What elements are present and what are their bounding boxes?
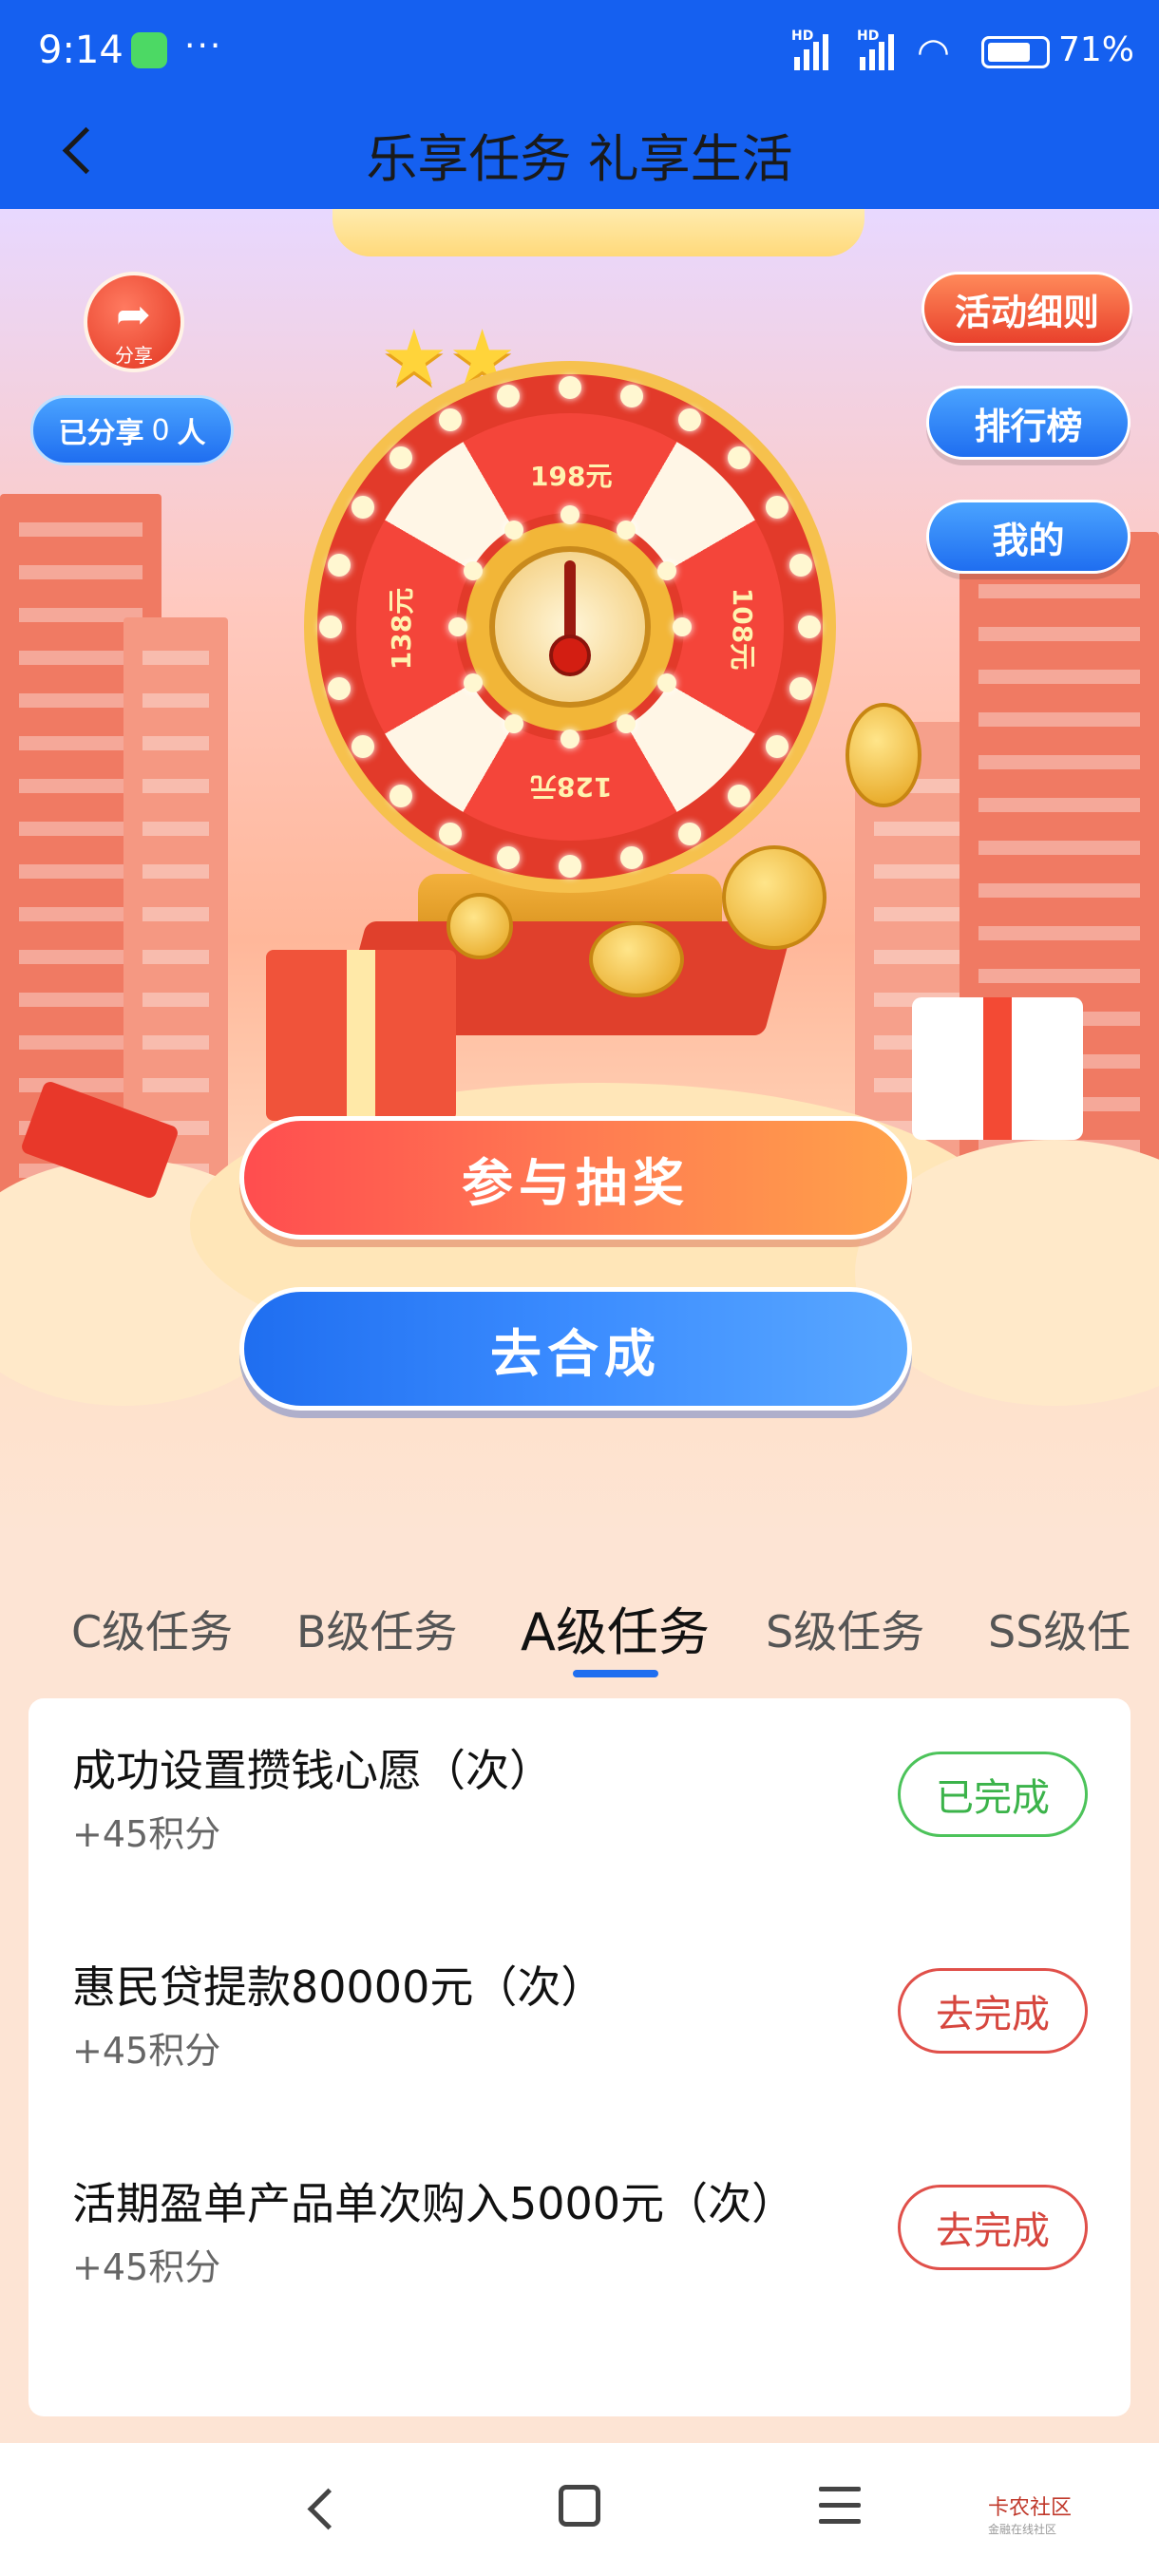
system-nav-bar: 卡农社区 金融在线社区 bbox=[0, 2443, 1159, 2576]
gift-box-decoration bbox=[266, 950, 456, 1121]
signal-icon-2 bbox=[860, 32, 894, 70]
coin-decoration bbox=[846, 703, 922, 807]
coin-decoration bbox=[589, 921, 684, 997]
task-title: 惠民贷提款80000元（次） bbox=[72, 1961, 605, 2013]
wheel-bulb bbox=[560, 505, 580, 524]
nav-home-icon[interactable] bbox=[559, 2485, 600, 2527]
coin-decoration bbox=[446, 893, 513, 959]
wheel-bulb bbox=[327, 553, 351, 577]
nav-menu-icon[interactable] bbox=[819, 2487, 861, 2525]
wheel-bulb bbox=[617, 520, 636, 540]
tab-a-level[interactable]: A级任务 bbox=[521, 1590, 710, 1665]
task-go-complete-button[interactable]: 去完成 bbox=[898, 2185, 1088, 2270]
page-title: 乐享任务 礼享生活 bbox=[366, 129, 793, 189]
wheel-bulb bbox=[496, 846, 520, 870]
my-prizes-button[interactable]: 我的 bbox=[926, 500, 1130, 574]
leaderboard-button[interactable]: 排行榜 bbox=[926, 386, 1130, 460]
tab-ss-level[interactable]: SS级任 bbox=[988, 1598, 1130, 1660]
wheel-prize: 198元 bbox=[530, 461, 613, 492]
shared-count: 0 bbox=[151, 413, 170, 447]
wheel-bulb bbox=[798, 616, 821, 638]
coin-decoration bbox=[722, 845, 826, 950]
wheel-bulb bbox=[327, 677, 351, 701]
wheel-bulb bbox=[448, 617, 467, 636]
active-tab-indicator bbox=[573, 1670, 658, 1677]
wheel-bulb bbox=[559, 376, 581, 399]
task-level-tabs: C级任务 B级任务 A级任务 S级任务 SS级任 bbox=[0, 1577, 1159, 1691]
status-time: 9:14 bbox=[38, 28, 124, 72]
status-bar: 9:14 ··· HD HD ◠ 71% bbox=[0, 0, 1159, 100]
tab-s-level[interactable]: S级任务 bbox=[766, 1598, 924, 1660]
wheel-bulb bbox=[439, 407, 462, 431]
task-points: +45积分 bbox=[72, 2030, 221, 2072]
wheel-pointer-cap bbox=[549, 635, 591, 676]
merge-button[interactable]: 去合成 bbox=[239, 1287, 912, 1411]
app-header: 乐享任务 礼享生活 bbox=[0, 100, 1159, 209]
wheel-prize: 108元 bbox=[727, 587, 759, 671]
watermark-subtitle: 金融在线社区 bbox=[988, 2523, 1057, 2536]
lottery-hero: ➦ 分享 已分享 0 人 活动细则 排行榜 我的 ★★ 198元 108元 12… bbox=[0, 209, 1159, 1539]
join-lottery-button[interactable]: 参与抽奖 bbox=[239, 1116, 912, 1240]
task-item: 活期盈单产品单次购入5000元（次） +45积分 去完成 bbox=[28, 2131, 1130, 2340]
watermark-logo: 卡农社区 金融在线社区 bbox=[988, 2491, 1072, 2537]
wheel-bulb bbox=[319, 616, 342, 638]
shared-count-badge: 已分享 0 人 bbox=[30, 395, 234, 465]
task-item: 惠民贷提款80000元（次） +45积分 去完成 bbox=[28, 1915, 1130, 2124]
task-item: 成功设置攒钱心愿（次） +45积分 已完成 bbox=[28, 1698, 1130, 1907]
wheel-bulb bbox=[463, 561, 483, 580]
battery-level: 71% bbox=[1058, 30, 1135, 69]
shared-prefix: 已分享 bbox=[58, 417, 144, 450]
share-arrow-icon: ➦ bbox=[116, 291, 151, 339]
wheel-bulb bbox=[351, 735, 374, 758]
task-go-complete-button[interactable]: 去完成 bbox=[898, 1968, 1088, 2054]
wheel-bulb bbox=[560, 729, 580, 748]
wheel-prize: 138元 bbox=[386, 587, 418, 671]
gift-box-decoration bbox=[912, 997, 1083, 1140]
wheel-bulb bbox=[789, 553, 813, 577]
more-notifications-icon: ··· bbox=[184, 27, 223, 66]
nav-back-icon[interactable] bbox=[302, 2489, 340, 2527]
task-title: 活期盈单产品单次购入5000元（次） bbox=[72, 2178, 796, 2229]
task-title: 成功设置攒钱心愿（次） bbox=[72, 1745, 553, 1796]
tab-b-level[interactable]: B级任务 bbox=[296, 1598, 458, 1660]
task-list: 成功设置攒钱心愿（次） +45积分 已完成 惠民贷提款80000元（次） +45… bbox=[28, 1698, 1130, 2416]
battery-icon bbox=[981, 36, 1050, 68]
wifi-icon: ◠ bbox=[917, 30, 950, 74]
share-button[interactable]: ➦ 分享 bbox=[84, 272, 184, 372]
wheel-bulb bbox=[673, 617, 692, 636]
wheel-bulb bbox=[389, 785, 412, 808]
task-points: +45积分 bbox=[72, 1813, 221, 1855]
activity-rules-button[interactable]: 活动细则 bbox=[922, 272, 1132, 346]
wheel-bulb bbox=[620, 384, 644, 407]
banner-ribbon bbox=[332, 209, 864, 256]
wheel-bulb bbox=[463, 673, 483, 692]
wheel-bulb bbox=[559, 855, 581, 878]
signal-icon bbox=[794, 32, 828, 70]
wheel-bulb bbox=[728, 445, 751, 469]
tab-c-level[interactable]: C级任务 bbox=[71, 1598, 233, 1660]
wheel-bulb bbox=[678, 407, 701, 431]
wheel-bulb bbox=[496, 384, 520, 407]
wheel-prize: 128元 bbox=[530, 771, 613, 803]
wheel-bulb bbox=[504, 520, 523, 540]
notification-app-icon bbox=[131, 32, 167, 68]
share-label: 分享 bbox=[115, 344, 153, 367]
wheel-bulb bbox=[389, 445, 412, 469]
wheel-bulb bbox=[351, 496, 374, 519]
shared-suffix: 人 bbox=[177, 417, 206, 450]
task-completed-button[interactable]: 已完成 bbox=[898, 1752, 1088, 1837]
watermark-title: 卡农社区 bbox=[988, 2496, 1073, 2520]
task-points: +45积分 bbox=[72, 2246, 221, 2288]
prize-wheel[interactable]: 198元 108元 128元 138元 bbox=[304, 361, 836, 893]
